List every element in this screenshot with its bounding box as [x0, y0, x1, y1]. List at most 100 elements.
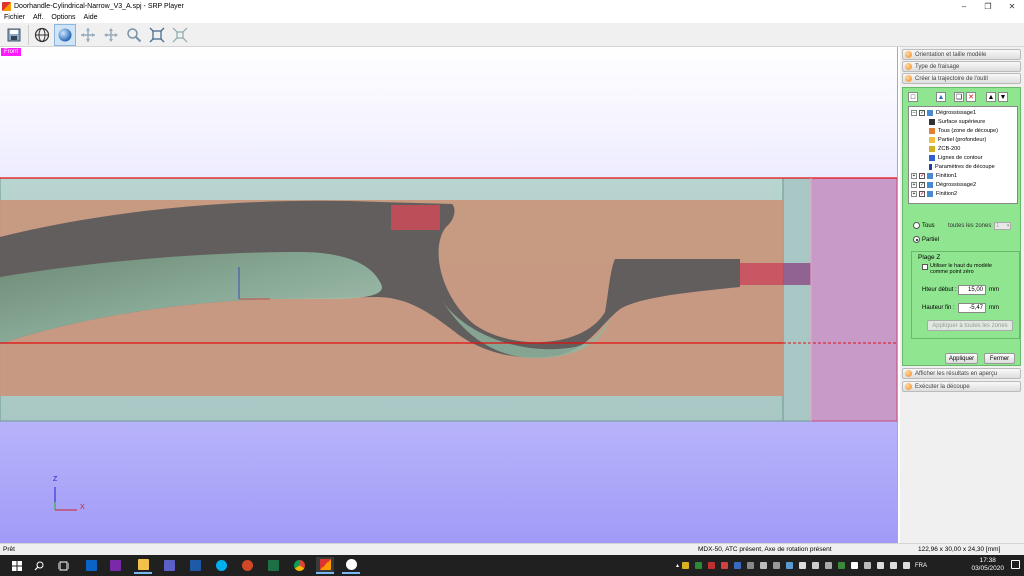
srp-player-button[interactable] — [316, 557, 334, 574]
expand-icon[interactable]: + — [911, 190, 917, 197]
option-partial[interactable]: Partiel — [913, 236, 939, 243]
end-height-input[interactable]: -5,47 — [958, 303, 986, 313]
apply-button[interactable]: Appliquer — [945, 353, 978, 364]
tree-item-finishing2[interactable]: + ✓ Finition2 — [911, 189, 957, 198]
expand-icon[interactable]: + — [911, 181, 917, 188]
tree-item-tool[interactable]: ZCB-200 — [929, 144, 960, 153]
section-toolpath[interactable]: Créer la trajectoire de l'outil — [902, 73, 1021, 84]
tree-item-cut-params[interactable]: Paramètres de découpe — [929, 162, 995, 171]
tree-item-roughing1[interactable]: – ✓ Dégrossissage1 — [911, 108, 976, 117]
collapse-icon[interactable]: – — [911, 109, 917, 116]
3d-viewport[interactable]: Front Z X — [0, 47, 898, 543]
app-icon — [345, 559, 357, 570]
minimize-button[interactable]: – — [952, 0, 976, 12]
fit-button[interactable] — [146, 24, 168, 46]
maximize-button[interactable]: ❐ — [976, 0, 1000, 12]
pan-button[interactable] — [100, 24, 122, 46]
tray-app-icon[interactable] — [734, 562, 742, 569]
radio-all[interactable] — [913, 222, 920, 229]
battery-icon[interactable] — [903, 562, 911, 569]
tree-item-roughing2[interactable]: + ✓ Dégrossissage2 — [911, 180, 976, 189]
tree-item-contour-lines[interactable]: Lignes de contour — [929, 153, 982, 162]
srp-player-icon — [319, 559, 331, 570]
copy-icon[interactable]: ❏ — [954, 92, 964, 102]
tree-item-finishing1[interactable]: + ✓ Finition1 — [911, 171, 957, 180]
teams-button[interactable] — [160, 557, 178, 574]
rotate-button[interactable] — [77, 24, 99, 46]
move-down-icon[interactable]: ▼ — [998, 92, 1008, 102]
zone-select[interactable]: 1 ▾ — [994, 222, 1012, 230]
menu-fichier[interactable]: Fichier — [4, 14, 25, 21]
sphere-view-icon — [58, 28, 72, 41]
menu-aff[interactable]: Aff. — [33, 14, 43, 21]
save-button[interactable] — [3, 24, 25, 46]
tray-app-icon[interactable] — [773, 562, 781, 569]
tray-app-icon[interactable] — [708, 562, 716, 569]
apply-all-zones-button[interactable]: Appliquer à toutes les zones — [927, 320, 1013, 331]
tray-app-icon[interactable] — [682, 562, 690, 569]
checkbox-icon[interactable]: ✓ — [919, 172, 925, 179]
use-top-option[interactable]: Utiliser le haut du modèle comme point z… — [922, 263, 1012, 275]
option-all-zones[interactable]: Tous — [913, 222, 935, 229]
excel-button[interactable] — [264, 557, 282, 574]
file-explorer-button[interactable] — [134, 557, 152, 574]
onenote-button[interactable] — [106, 557, 124, 574]
powerpoint-button[interactable] — [238, 557, 256, 574]
checkbox-icon[interactable]: ✓ — [919, 109, 925, 116]
remote-desktop-button[interactable] — [186, 557, 204, 574]
tray-app-icon[interactable] — [695, 562, 703, 569]
cloud-icon[interactable] — [760, 562, 768, 569]
start-height-input[interactable]: 15,00 — [958, 285, 986, 295]
new-process-icon[interactable]: □ — [908, 92, 918, 102]
menu-options[interactable]: Options — [51, 14, 75, 21]
start-button[interactable] — [8, 557, 26, 574]
fit-all-button[interactable] — [169, 24, 191, 46]
expand-icon[interactable]: + — [911, 172, 917, 179]
delete-icon[interactable]: ✕ — [966, 92, 976, 102]
tray-app-icon[interactable] — [721, 562, 729, 569]
move-up-icon[interactable]: ▲ — [986, 92, 996, 102]
tray-app-icon[interactable] — [864, 562, 872, 569]
tray-app-icon[interactable] — [812, 562, 820, 569]
notifications-icon[interactable] — [1011, 560, 1020, 569]
outlook-button[interactable] — [82, 557, 100, 574]
add-process-icon[interactable]: ▲ — [936, 92, 946, 102]
fit-all-icon — [172, 27, 188, 42]
search-button[interactable] — [30, 557, 48, 574]
sphere-view-button[interactable] — [54, 23, 76, 46]
app-button[interactable] — [342, 557, 360, 574]
tray-app-icon[interactable] — [825, 562, 833, 569]
task-view-icon — [57, 561, 69, 570]
zoom-icon — [127, 27, 142, 42]
chevron-up-icon[interactable]: ▴ — [676, 562, 679, 569]
network-icon[interactable] — [877, 562, 885, 569]
globe-button[interactable] — [31, 24, 53, 46]
section-orientation[interactable]: Orientation et taille modèle — [902, 49, 1021, 60]
tree-item-top-surface[interactable]: Surface supérieure — [929, 117, 985, 126]
section-preview[interactable]: Afficher les résultats en aperçu — [902, 368, 1021, 379]
close-button[interactable]: ✕ — [1000, 0, 1024, 12]
checkbox-icon[interactable]: ✓ — [919, 190, 925, 197]
menu-aide[interactable]: Aide — [84, 14, 98, 21]
section-milling-type[interactable]: Type de fraisage — [902, 61, 1021, 72]
chrome-button[interactable] — [290, 557, 308, 574]
skype-button[interactable] — [212, 557, 230, 574]
radio-partial[interactable] — [913, 236, 920, 243]
tray-app-icon[interactable] — [851, 562, 859, 569]
zoom-button[interactable] — [123, 24, 145, 46]
tray-app-icon[interactable] — [838, 562, 846, 569]
tree-item-partial[interactable]: Partiel (profondeur) — [929, 135, 986, 144]
close-panel-button[interactable]: Fermer — [984, 353, 1015, 364]
tray-app-icon[interactable] — [799, 562, 807, 569]
language-indicator[interactable]: FRA — [915, 563, 927, 569]
tray-app-icon[interactable] — [747, 562, 755, 569]
use-top-checkbox[interactable] — [922, 264, 928, 270]
axis-z-label: Z — [53, 476, 58, 483]
section-run-cut[interactable]: Exécuter la découpe — [902, 381, 1021, 392]
checkbox-icon[interactable]: ✓ — [919, 181, 925, 188]
volume-icon[interactable] — [890, 562, 898, 569]
clock[interactable]: 17:38 03/05/2020 — [971, 557, 1004, 573]
tree-item-all-zones[interactable]: Tous (zone de découpe) — [929, 126, 998, 135]
task-view-button[interactable] — [54, 557, 72, 574]
tray-app-icon[interactable] — [786, 562, 794, 569]
